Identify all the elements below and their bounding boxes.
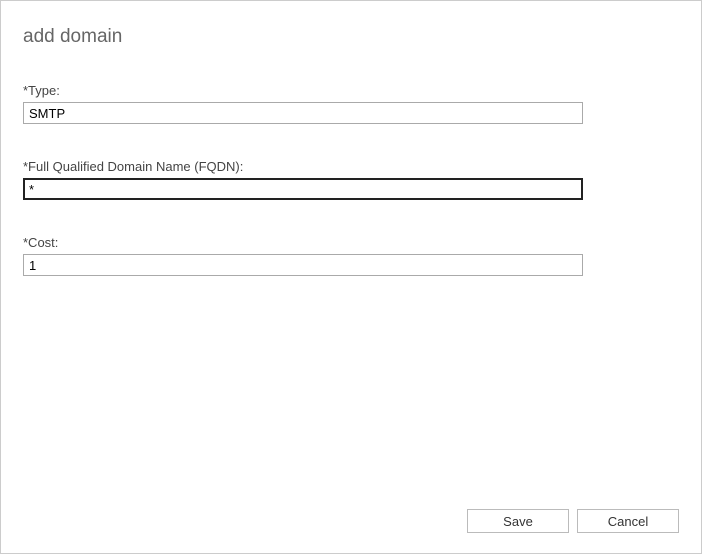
- save-button[interactable]: Save: [467, 509, 569, 533]
- dialog-title: add domain: [23, 26, 679, 48]
- add-domain-dialog: add domain *Type: *Full Qualified Domain…: [0, 0, 702, 554]
- fqdn-label: *Full Qualified Domain Name (FQDN):: [23, 159, 679, 174]
- button-bar: Save Cancel: [467, 509, 679, 533]
- type-field-group: *Type:: [23, 83, 679, 124]
- cost-label: *Cost:: [23, 235, 679, 250]
- fqdn-input[interactable]: [23, 178, 583, 200]
- fqdn-field-group: *Full Qualified Domain Name (FQDN):: [23, 159, 679, 200]
- cost-field-group: *Cost:: [23, 235, 679, 276]
- cancel-button[interactable]: Cancel: [577, 509, 679, 533]
- cost-input[interactable]: [23, 254, 583, 276]
- type-input[interactable]: [23, 102, 583, 124]
- type-label: *Type:: [23, 83, 679, 98]
